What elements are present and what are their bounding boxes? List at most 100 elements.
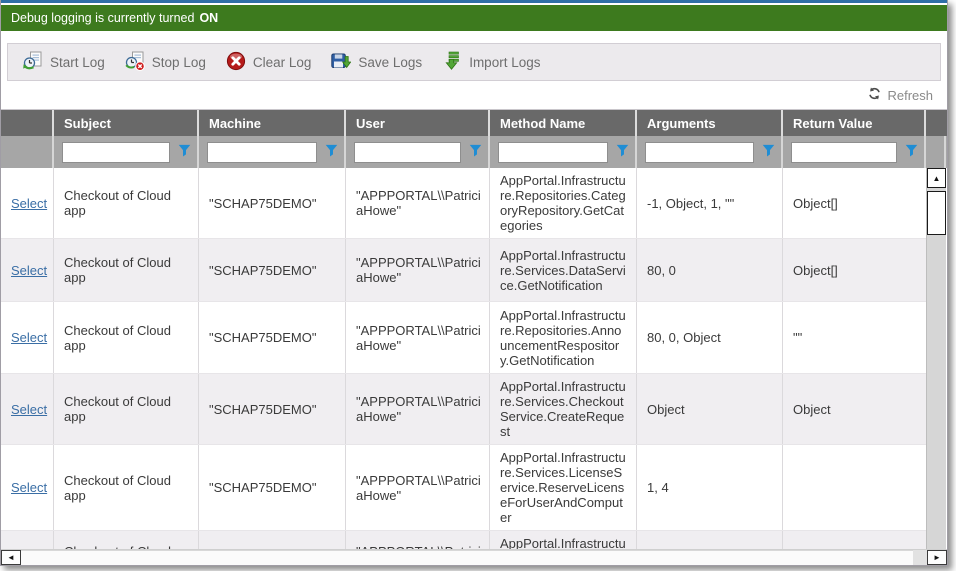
filter-cell-machine — [199, 136, 346, 168]
save-logs-label: Save Logs — [358, 55, 422, 70]
cell-user: "APPPORTAL\\PatriciaHowe" — [346, 302, 490, 373]
debug-log-window: Debug logging is currently turned ON Sta… — [0, 0, 948, 566]
cell-machine: "SCHAP75DEMO" — [199, 239, 346, 301]
filter-input-arguments[interactable] — [645, 142, 754, 163]
cell-subject: Checkout of Cloud app — [54, 531, 199, 549]
cell-return-value — [783, 445, 926, 530]
cell-arguments: -1, Object, 1, "" — [637, 168, 783, 238]
cell-method-name: AppPortal.Infrastructure.Core.ConfigServ… — [490, 531, 637, 549]
save-logs-button[interactable]: Save Logs — [324, 51, 435, 74]
cell-machine: "SCHAP75DEMO" — [199, 445, 346, 530]
filter-cell-return-value — [783, 136, 926, 168]
funnel-icon — [178, 144, 191, 160]
filter-funnel-return-value[interactable] — [903, 144, 919, 160]
cell-arguments: 80, 0 — [637, 239, 783, 301]
cell-return-value: true — [783, 531, 926, 549]
vertical-scrollbar[interactable]: ▲ — [926, 168, 946, 549]
cell-machine: "SCHAP75DEMO" — [199, 168, 346, 238]
import-logs-button[interactable]: Import Logs — [435, 51, 553, 74]
filter-input-method-name[interactable] — [498, 142, 608, 163]
refresh-button[interactable]: Refresh — [868, 87, 933, 103]
table-row: Select Checkout of Cloud app "SCHAP75DEM… — [1, 374, 926, 445]
cell-arguments: 80, 0, Object — [637, 302, 783, 373]
import-logs-label: Import Logs — [469, 55, 540, 70]
refresh-label: Refresh — [887, 88, 933, 103]
filter-cell-subject — [54, 136, 199, 168]
header-arguments[interactable]: Arguments — [637, 110, 783, 136]
cell-return-value: Object[] — [783, 168, 926, 238]
stop-log-icon — [125, 51, 145, 74]
log-grid: Subject Machine User Method Name Argumen… — [1, 109, 947, 565]
cell-select: Select — [1, 531, 54, 549]
filter-funnel-machine[interactable] — [323, 144, 339, 160]
grid-header-row: Subject Machine User Method Name Argumen… — [1, 110, 947, 136]
header-machine[interactable]: Machine — [199, 110, 346, 136]
grid-rows: Select Checkout of Cloud app "SCHAP75DEM… — [1, 168, 926, 549]
cell-machine: "SCHAP75DEMO" — [199, 302, 346, 373]
cell-select: Select — [1, 445, 54, 530]
filter-input-subject[interactable] — [62, 142, 170, 163]
select-link[interactable]: Select — [11, 480, 47, 495]
scroll-left-button[interactable]: ◄ — [1, 550, 21, 565]
cell-machine: "SCHAP75DEMO" — [199, 531, 346, 549]
table-row: Select Checkout of Cloud app "SCHAP75DEM… — [1, 302, 926, 374]
cell-return-value: Object — [783, 374, 926, 444]
header-return-value[interactable]: Return Value — [783, 110, 926, 136]
filter-funnel-method-name[interactable] — [614, 144, 630, 160]
select-link[interactable]: Select — [11, 196, 47, 211]
horizontal-scrollbar[interactable]: ◄ ► — [1, 549, 947, 565]
select-link[interactable]: Select — [11, 402, 47, 417]
horizontal-scroll-track[interactable] — [913, 550, 927, 565]
clear-log-button[interactable]: Clear Log — [219, 51, 325, 74]
cell-method-name: AppPortal.Infrastructure.Services.Licens… — [490, 445, 637, 530]
save-logs-icon — [331, 51, 351, 74]
header-select — [1, 110, 54, 136]
cell-user: "APPPORTAL\\PatriciaHowe" — [346, 168, 490, 238]
clear-log-icon — [226, 51, 246, 74]
cell-method-name: AppPortal.Infrastructure.Services.DataSe… — [490, 239, 637, 301]
scroll-right-button[interactable]: ► — [927, 550, 947, 565]
cell-select: Select — [1, 374, 54, 444]
horizontal-scroll-thumb[interactable] — [21, 550, 913, 565]
cell-subject: Checkout of Cloud app — [54, 374, 199, 444]
select-link[interactable]: Select — [11, 330, 47, 345]
filter-funnel-user[interactable] — [467, 144, 483, 160]
stop-log-button[interactable]: Stop Log — [118, 51, 219, 74]
cell-select: Select — [1, 302, 54, 373]
filter-input-user[interactable] — [354, 142, 461, 163]
cell-user: "APPPORTAL\\PatriciaHowe" — [346, 445, 490, 530]
cell-user: "APPPORTAL\\PatriciaHowe" — [346, 239, 490, 301]
left-arrow-icon: ◄ — [7, 553, 15, 562]
start-log-button[interactable]: Start Log — [16, 51, 118, 74]
header-user[interactable]: User — [346, 110, 490, 136]
debug-status-banner: Debug logging is currently turned ON — [1, 5, 947, 31]
table-row: Select Checkout of Cloud app "SCHAP75DEM… — [1, 445, 926, 531]
filter-cell-arguments — [637, 136, 783, 168]
funnel-icon — [905, 144, 918, 160]
table-row: Select Checkout of Cloud app "SCHAP75DEM… — [1, 239, 926, 302]
funnel-icon — [762, 144, 775, 160]
header-method-name[interactable]: Method Name — [490, 110, 637, 136]
funnel-icon — [469, 144, 482, 160]
cell-user: "APPPORTAL\\PatriciaHowe" — [346, 531, 490, 549]
cell-arguments: Object — [637, 374, 783, 444]
filter-input-return-value[interactable] — [791, 142, 897, 163]
filter-funnel-subject[interactable] — [176, 144, 192, 160]
filter-funnel-arguments[interactable] — [760, 144, 776, 160]
cell-arguments: "UseFNMP" — [637, 531, 783, 549]
vertical-scroll-thumb[interactable] — [927, 191, 946, 235]
cell-method-name: AppPortal.Infrastructure.Services.Checko… — [490, 374, 637, 444]
grid-body: Select Checkout of Cloud app "SCHAP75DEM… — [1, 168, 947, 549]
grid-filter-row — [1, 136, 947, 168]
filter-corner — [926, 136, 946, 168]
up-arrow-icon: ▲ — [933, 174, 941, 183]
cell-machine: "SCHAP75DEMO" — [199, 374, 346, 444]
header-corner — [926, 110, 946, 136]
select-link[interactable]: Select — [11, 263, 47, 278]
right-arrow-icon: ► — [933, 553, 941, 562]
filter-input-machine[interactable] — [207, 142, 317, 163]
scroll-up-button[interactable]: ▲ — [927, 168, 946, 188]
refresh-bar: Refresh — [1, 81, 947, 109]
header-subject[interactable]: Subject — [54, 110, 199, 136]
start-log-label: Start Log — [50, 55, 105, 70]
